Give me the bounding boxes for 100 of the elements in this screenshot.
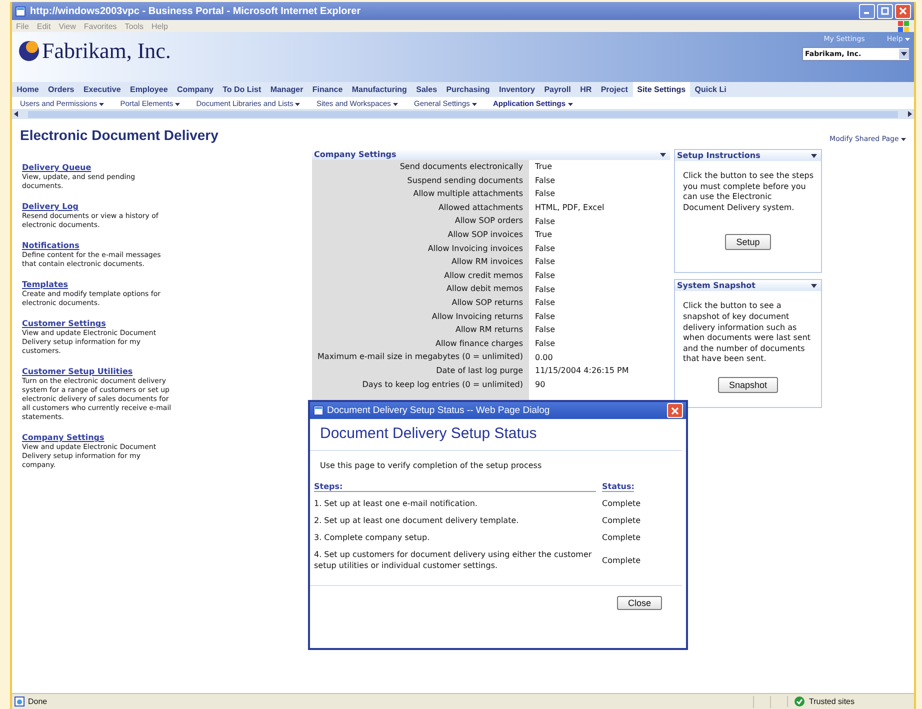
caret-icon [393, 102, 398, 106]
step-text: 4. Set up customers for document delivery using either the customer setup utilities or individual customer settings. [314, 549, 593, 571]
dialog-instructions: Use this page to verify completion of the setup process [320, 461, 543, 470]
section-link[interactable]: Delivery Queue [22, 163, 92, 172]
caret-icon [99, 102, 104, 106]
nav-tab[interactable]: Executive [78, 82, 126, 97]
dropdown-arrow-icon [899, 49, 909, 59]
close-button[interactable]: Close [616, 596, 662, 610]
panel-menu-icon[interactable] [811, 284, 817, 288]
setting-value: False [534, 298, 556, 308]
setting-label: Days to keep log entries (0 = unlimited) [312, 378, 529, 392]
step-status: Complete [602, 533, 641, 542]
horizontal-scrollbar[interactable] [12, 109, 914, 119]
close-icon [899, 7, 907, 15]
caret-icon [905, 38, 910, 41]
setting-label: Allow RM invoices [312, 255, 529, 269]
nav-tab[interactable]: Site Settings [632, 82, 690, 97]
nav-tab[interactable]: Employee [125, 82, 172, 97]
step-status: Complete [602, 516, 641, 525]
nav-tab[interactable]: Quick Li [690, 82, 731, 97]
step-status: Complete [602, 556, 641, 564]
maximize-icon [881, 7, 889, 15]
setting-value: False [534, 284, 556, 294]
setting-label: Send documents electronically [312, 160, 529, 174]
setting-value: False [534, 244, 556, 253]
nav-tab[interactable]: Purchasing [442, 82, 494, 97]
setting-value: True [534, 230, 552, 240]
setting-value: False [534, 312, 556, 321]
maximize-button[interactable] [877, 4, 893, 18]
setting-label: Allow debit memos [312, 282, 529, 296]
close-button[interactable] [667, 403, 683, 418]
nav-tab[interactable]: Payroll [540, 82, 576, 97]
setting-value: False [534, 176, 556, 185]
setting-value: False [534, 325, 556, 334]
section-link[interactable]: Customer Settings [22, 319, 106, 328]
setting-value: 0.00 [534, 352, 553, 362]
setting-value: False [534, 339, 556, 348]
section-link[interactable]: Delivery Log [22, 202, 78, 211]
caret-icon [175, 102, 180, 106]
panel-description: Click the button to see a snapshot of key document delivery information such as when documents were last sent and the number of documents that have been sent. [682, 300, 812, 365]
nav-tab[interactable]: Finance [308, 82, 348, 97]
column-header: Status: [602, 482, 634, 492]
security-zone: Trusted sites [809, 697, 854, 706]
nav-tab[interactable]: Home [12, 82, 44, 97]
setting-label: Allow Invoicing returns [312, 310, 529, 324]
setting-label: Allow multiple attachments [312, 187, 529, 201]
status-text: Done [28, 697, 48, 706]
setting-label: Allowed attachments [312, 200, 529, 214]
close-icon [671, 406, 679, 414]
setting-label: Allow SOP returns [312, 296, 529, 310]
page-title: Electronic Document Delivery [20, 127, 218, 143]
setting-value: HTML, PDF, Excel [534, 203, 604, 212]
nav-tab[interactable]: HR [575, 82, 596, 97]
panel-menu-icon[interactable] [660, 152, 666, 156]
setting-label: Allow credit memos [312, 268, 529, 282]
caret-icon [901, 138, 906, 141]
setting-label: Allow RM returns [312, 323, 529, 337]
panel-button[interactable]: Setup [725, 234, 771, 250]
nav-tab[interactable]: Manufacturing [347, 82, 412, 97]
section-link[interactable]: Notifications [22, 241, 80, 250]
setting-value: False [534, 271, 556, 280]
nav-tab[interactable]: Inventory [494, 82, 540, 97]
setting-label: Allow SOP invoices [312, 228, 529, 242]
setting-label: Allow Invoicing invoices [312, 242, 529, 256]
section-link[interactable]: Company Settings [22, 433, 104, 442]
nav-tab[interactable]: Manager [266, 82, 308, 97]
step-status: Complete [602, 499, 641, 508]
caret-icon [295, 102, 300, 106]
section-link[interactable]: Templates [22, 280, 68, 289]
nav-tab[interactable]: Project [596, 82, 633, 97]
windows-flag-icon [898, 20, 910, 32]
close-button[interactable] [895, 4, 911, 18]
panel-title: Company Settings [314, 150, 396, 159]
page-icon [313, 405, 324, 416]
company-logo: Fabrikam, Inc. [42, 38, 171, 64]
nav-tab[interactable]: Sales [412, 82, 442, 97]
panel-title: System Snapshot [677, 281, 756, 290]
setting-label: Date of last log purge [312, 364, 529, 378]
setting-label: Maximum e-mail size in megabytes (0 = unlimited) [312, 350, 529, 364]
nav-tab[interactable]: Orders [43, 82, 79, 97]
minimize-button[interactable] [859, 4, 875, 18]
dialog-title: Document Delivery Setup Status -- Web Page Dialog [327, 405, 550, 416]
setting-label: Suspend sending documents [312, 174, 529, 188]
setting-value: True [534, 162, 552, 172]
panel-menu-icon[interactable] [811, 154, 817, 158]
step-text: 2. Set up at least one document delivery template. [314, 515, 520, 526]
panel-button[interactable]: Snapshot [718, 376, 778, 393]
setting-value: False [534, 257, 556, 266]
caret-icon [472, 102, 477, 106]
section-link[interactable]: Customer Setup Utilities [22, 367, 133, 376]
step-text: 3. Complete company setup. [314, 532, 431, 543]
setting-value: False [534, 189, 556, 198]
page-icon [14, 696, 25, 707]
setting-value: 11/15/2004 4:26:15 PM [534, 366, 629, 376]
window-title: http://windows2003vpc - Business Portal - Microsoft Internet Explorer [30, 6, 361, 16]
setting-label: Allow finance charges [312, 336, 529, 350]
nav-tab[interactable]: To Do List [218, 82, 266, 97]
check-icon [794, 696, 805, 707]
nav-tab[interactable]: Company [172, 82, 218, 97]
globe-icon [18, 40, 40, 62]
